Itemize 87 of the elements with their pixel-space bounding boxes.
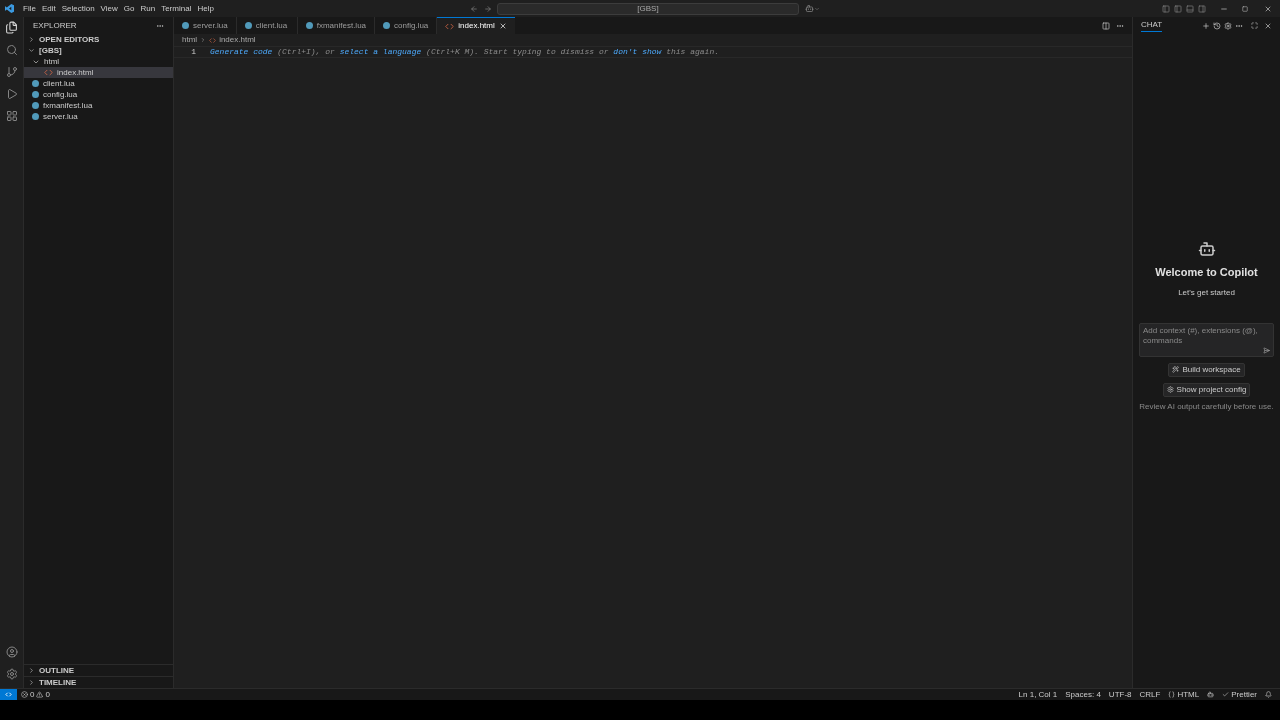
hint-link[interactable]: Generate code [210,47,278,56]
bell-icon[interactable] [1265,691,1272,698]
plus-icon[interactable] [1202,21,1210,30]
section-header[interactable]: [GBS] [24,45,173,56]
braces-icon [1168,691,1176,698]
check-icon [1222,691,1230,698]
file-tree-item[interactable]: fxmanifest.lua [24,100,173,111]
chat-input[interactable]: Add context (#), extensions (@), commands [1139,322,1274,357]
branch-icon[interactable] [5,66,18,78]
status-item[interactable]: Prettier [1222,688,1257,701]
run-icon[interactable] [5,88,18,100]
search-icon[interactable] [5,44,18,56]
copilot-icon [1197,240,1216,258]
menu-item[interactable]: Help [194,2,217,15]
code-icon [445,21,455,31]
error-icon [21,691,28,698]
editor-tab[interactable]: index.html [437,17,515,34]
problems-button[interactable]: 0 0 [21,688,50,701]
chat-action-button[interactable]: Build workspace [1168,362,1245,377]
editor-tab[interactable]: fxmanifest.lua [297,17,376,34]
editor-tab[interactable]: client.lua [236,17,298,34]
extensions-icon[interactable] [5,110,18,122]
app-logo-icon [5,4,14,13]
hint-link[interactable]: select a language [339,47,427,56]
panel-right-icon[interactable] [1198,4,1206,13]
warning-icon [36,691,44,698]
chevron-right-icon [200,37,207,43]
copilot-icon[interactable] [1207,691,1215,698]
wand-icon [1172,366,1180,373]
menu-item[interactable]: File [20,2,39,15]
breadcrumb-item[interactable]: html [182,34,198,46]
split-editor-icon[interactable] [1102,21,1110,30]
close-icon[interactable] [1264,4,1272,13]
chat-tab[interactable]: CHAT [1141,19,1163,32]
back-arrow-icon[interactable] [470,4,478,13]
maximize-icon[interactable] [1251,22,1258,29]
line-number: 1 [190,46,196,58]
status-item[interactable]: Ln 1, Col 1 [1018,688,1058,701]
menu-item[interactable]: Terminal [158,2,195,15]
robot-icon[interactable] [805,4,814,13]
menu-item[interactable]: Run [137,2,159,15]
close-icon[interactable] [1264,21,1272,30]
file-tree-item[interactable]: server.lua [24,111,173,122]
section-header[interactable]: OUTLINE [24,665,173,676]
chevron-down-icon [28,47,35,54]
editor-hint: Generate code (Ctrl+I), or select a language (Ctrl+K M). Start typing to dismiss or don't show this again. [210,46,719,58]
status-item[interactable]: HTML [1168,688,1200,701]
file-tree-item[interactable]: html [24,56,173,67]
menu-item[interactable]: Go [120,2,138,15]
remote-button[interactable] [0,689,17,700]
sidebar-title: EXPLORER [33,19,77,32]
file-tree-item[interactable]: config.lua [24,89,173,100]
chevron-right-icon [28,36,35,43]
file-tree-item[interactable]: index.html [24,67,173,78]
forward-arrow-icon[interactable] [484,4,492,13]
send-icon[interactable] [1263,346,1270,354]
status-item[interactable]: UTF-8 [1108,688,1132,701]
editor-tab[interactable]: server.lua [174,17,237,34]
account-icon[interactable] [5,646,18,658]
layout-icon[interactable] [1162,4,1170,13]
file-tree-item[interactable]: client.lua [24,78,173,89]
status-item[interactable]: Spaces: 4 [1065,688,1101,701]
remote-icon [5,691,12,698]
status-item[interactable]: CRLF [1139,688,1161,701]
search-field[interactable]: [GBS] [497,2,799,15]
hint-link[interactable]: don't show [613,47,667,56]
settings-icon[interactable] [1224,21,1232,30]
code-icon [44,68,53,77]
section-header[interactable]: OPEN EDITORS [24,34,173,45]
chat-subtitle: Let's get started [1178,286,1235,299]
panel-left-icon[interactable] [1174,4,1182,13]
menu-item[interactable]: Selection [58,2,98,15]
gear-icon [1166,386,1174,393]
code-icon [209,36,217,44]
settings-icon[interactable] [5,668,18,680]
panel-bottom-icon[interactable] [1186,4,1194,13]
chat-title: Welcome to Copilot [1155,265,1258,280]
chat-action-button[interactable]: Show project config [1162,382,1251,397]
files-icon[interactable] [5,21,18,34]
restore-icon[interactable] [1242,5,1248,12]
close-icon[interactable] [498,22,507,30]
menu-item[interactable]: Edit [38,2,59,15]
section-header[interactable]: TIMELINE [24,677,173,688]
disclaimer-text: Review AI output carefully before use. [1139,401,1274,412]
menu-item[interactable]: View [97,2,121,15]
breadcrumb-item[interactable]: index.html [219,34,256,46]
history-icon[interactable] [1213,21,1221,30]
